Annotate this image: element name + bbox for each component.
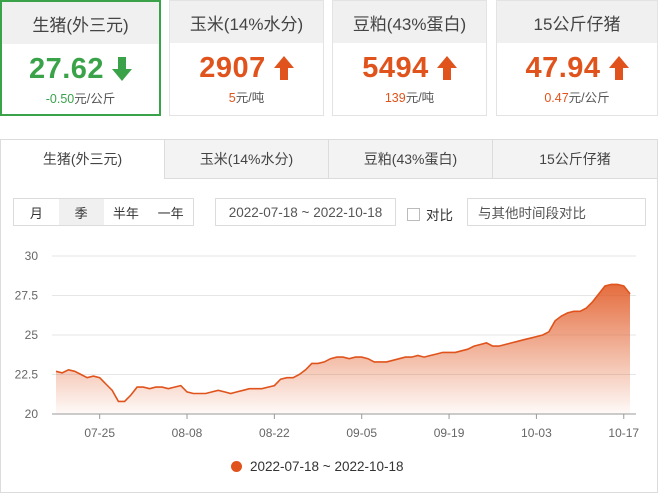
legend-marker [231,461,242,472]
chart-tabs: 生猪(外三元) 玉米(14%水分) 豆粕(43%蛋白) 15公斤仔猪 [0,139,658,179]
tab-corn[interactable]: 玉米(14%水分) [164,139,329,179]
card-title: 豆粕(43%蛋白) [333,1,486,43]
arrow-down-icon [112,57,133,81]
card-value: 27.62 [28,52,105,85]
price-card-piglet[interactable]: 15公斤仔猪 47.94 0.47元/公斤 [496,0,658,116]
period-year[interactable]: 一年 [148,199,193,225]
period-month[interactable]: 月 [14,199,59,225]
card-change: -0.50 [45,92,75,106]
card-unit: 元/公斤 [74,92,116,106]
card-value: 47.94 [525,51,601,84]
card-title: 生猪(外三元) [2,2,159,44]
compare-label: 对比 [426,208,453,223]
arrow-up-icon [608,56,629,80]
card-change: 5 [228,91,236,105]
card-change: 139 [384,91,406,105]
card-unit: 元/公斤 [568,91,610,105]
price-card-soybean-meal[interactable]: 豆粕(43%蛋白) 5494 139元/吨 [332,0,487,116]
compare-range-input[interactable]: 与其他时间段对比 [467,198,646,226]
arrow-up-icon [436,56,457,80]
compare-checkbox[interactable] [407,207,420,221]
price-card-corn[interactable]: 玉米(14%水分) 2907 5元/吨 [169,0,324,116]
arrow-up-icon [273,56,294,80]
period-selector: 月 季 半年 一年 [13,198,194,226]
period-half-year[interactable]: 半年 [104,199,149,225]
tab-live-hog[interactable]: 生猪(外三元) [0,139,165,179]
card-value: 5494 [362,51,429,84]
card-title: 15公斤仔猪 [497,1,657,43]
card-unit: 元/吨 [235,91,265,105]
period-quarter[interactable]: 季 [58,199,104,225]
card-title: 玉米(14%水分) [170,1,323,43]
legend-label: 2022-07-18 ~ 2022-10-18 [250,459,404,474]
card-value: 2907 [199,51,266,84]
price-card-live-hog[interactable]: 生猪(外三元) 27.62 -0.50元/公斤 [0,0,161,116]
compare-toggle[interactable]: 对比 [407,204,453,224]
tab-soybean-meal[interactable]: 豆粕(43%蛋白) [328,139,493,179]
chart-legend[interactable]: 2022-07-18 ~ 2022-10-18 [231,459,404,474]
date-range-picker[interactable]: 2022-07-18 ~ 2022-10-18 [215,198,396,226]
card-change: 0.47 [544,91,569,105]
tab-piglet[interactable]: 15公斤仔猪 [492,139,658,179]
card-unit: 元/吨 [405,91,435,105]
